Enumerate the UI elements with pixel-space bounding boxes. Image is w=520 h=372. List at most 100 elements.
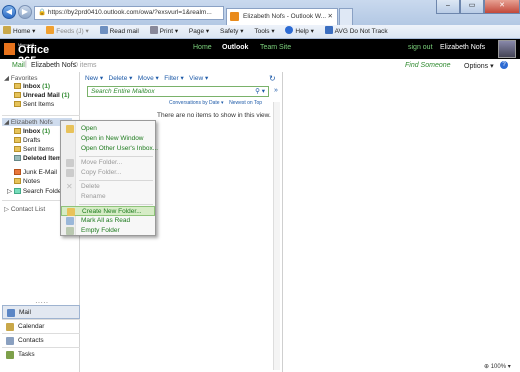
signout-link[interactable]: sign out (408, 44, 433, 51)
search-icon[interactable]: ⚲ ▾ (255, 87, 265, 96)
minimize-button[interactable]: – (436, 0, 460, 14)
refresh-icon[interactable]: ↻ (269, 74, 276, 83)
back-button[interactable]: ◀ (2, 5, 16, 19)
mark-read-icon (66, 217, 74, 225)
folder-icon (14, 128, 21, 134)
search-input[interactable]: Search Entire Mailbox ⚲ ▾ (87, 86, 269, 97)
nav-team-site[interactable]: Team Site (260, 44, 291, 51)
filter-button[interactable]: Filter ▾ (164, 75, 184, 82)
folder-junk[interactable]: Junk E-Mail (14, 169, 57, 176)
close-window-button[interactable]: ✕ (484, 0, 520, 14)
cmd-tools[interactable]: Tools ▾ (254, 25, 274, 39)
new-button[interactable]: New ▾ (85, 75, 103, 82)
maximize-button[interactable]: ▭ (460, 0, 484, 14)
expand-search-icon[interactable]: » (274, 87, 278, 94)
folder-drafts[interactable]: Drafts (14, 137, 40, 144)
options-menu[interactable]: Options ▾ (464, 62, 494, 70)
help-icon (285, 26, 294, 34)
avatar[interactable] (498, 40, 516, 58)
status-bar: ⊕ 100% ▾ (0, 362, 520, 372)
window-controls: – ▭ ✕ (436, 0, 520, 14)
sort-order-button[interactable]: Newest on Top (229, 100, 262, 106)
folder-notes[interactable]: Notes (14, 178, 40, 185)
favorites-header[interactable]: ◢ Favorites (4, 74, 38, 82)
bottom-nav-calendar[interactable]: Calendar (2, 319, 80, 333)
folder-icon (14, 83, 21, 89)
menu-item-open[interactable]: Open (61, 124, 155, 134)
favorite-inbox[interactable]: Inbox (1) (14, 83, 50, 90)
list-scrollbar[interactable] (273, 102, 280, 370)
cmd-feeds[interactable]: Feeds (J) ▾ (46, 25, 89, 39)
menu-item-move-folder[interactable]: Move Folder... (61, 158, 155, 168)
menu-item-delete[interactable]: ✕ Delete (61, 182, 155, 192)
empty-list-message: There are no items to show in this view. (157, 112, 271, 119)
menu-item-empty-folder[interactable]: Empty Folder (61, 226, 155, 236)
menu-item-rename[interactable]: Rename (61, 192, 155, 202)
lock-icon: 🔒 (38, 9, 47, 16)
sort-controls: Conversations by Date ▾ Newest on Top (169, 100, 262, 106)
menu-item-mark-all-read[interactable]: Mark All as Read (61, 216, 155, 226)
home-icon (3, 26, 11, 34)
delete-icon: ✕ (66, 182, 73, 191)
folder-context-menu: Open Open in New Window Open Other User'… (60, 120, 158, 236)
favorite-unread[interactable]: Unread Mail (1) (14, 92, 70, 99)
move-button[interactable]: Move ▾ (138, 75, 159, 82)
mail-icon (7, 309, 15, 317)
nav-home[interactable]: Home (193, 44, 212, 51)
menu-separator (79, 180, 153, 181)
favorite-sent[interactable]: Sent Items (14, 101, 54, 108)
cmd-read-mail[interactable]: Read mail (99, 25, 139, 39)
empty-folder-icon (66, 227, 74, 235)
o365-header: Microsoft Office 365 Home Outlook Team S… (0, 39, 520, 67)
bottom-nav-contacts[interactable]: Contacts (2, 333, 80, 347)
close-tab-icon[interactable]: ✕ (328, 9, 333, 24)
printer-icon (149, 26, 158, 34)
menu-item-create-new-folder[interactable]: Create New Folder... (61, 206, 155, 216)
list-toolbar: New ▾ Delete ▾ Move ▾ Filter ▾ View ▾ (85, 74, 208, 82)
menu-separator (79, 156, 153, 157)
folder-search[interactable]: ▷ Search Folders (7, 187, 67, 195)
office365-logo[interactable]: Microsoft Office 365 (4, 42, 70, 67)
mail-icon (99, 26, 108, 34)
delete-button[interactable]: Delete ▾ (109, 75, 133, 82)
search-folder-icon (13, 188, 21, 194)
cmd-help[interactable]: Help ▾ (285, 25, 314, 39)
zoom-control[interactable]: ⊕ 100% ▾ (484, 363, 511, 370)
folder-icon (14, 137, 21, 143)
cmd-avg[interactable]: AVG Do Not Track (324, 25, 388, 39)
help-button[interactable]: ? (500, 61, 508, 69)
browser-titlebar: ◀ ▶ 🔒 https://by2prd0410.outlook.com/owa… (0, 0, 520, 25)
sort-by-button[interactable]: Conversations by Date ▾ (169, 100, 224, 106)
menu-separator (79, 204, 153, 205)
new-folder-icon (67, 208, 75, 216)
feeds-icon (46, 26, 55, 34)
cmd-safety[interactable]: Safety ▾ (220, 25, 244, 39)
item-count: 0 items (74, 62, 97, 69)
menu-item-copy-folder[interactable]: Copy Folder... (61, 168, 155, 178)
user-name[interactable]: Elizabeth Nofs (440, 44, 485, 51)
bottom-nav-mail[interactable]: Mail (2, 305, 80, 319)
office-logo-icon (4, 43, 15, 55)
find-someone-link[interactable]: Find Someone (405, 62, 451, 69)
bottom-nav-tasks[interactable]: Tasks (2, 347, 80, 361)
mail-breadcrumb-separator: | (25, 61, 27, 68)
nav-outlook[interactable]: Outlook (222, 44, 248, 51)
tab-outlook[interactable]: Elizabeth Nofs - Outlook W... ✕ (226, 8, 338, 25)
view-button[interactable]: View ▾ (189, 75, 208, 82)
mail-breadcrumb[interactable]: Mail (12, 62, 25, 69)
copy-icon (66, 169, 74, 177)
address-text: https://by2prd0410.outlook.com/owa/?exsv… (47, 9, 212, 16)
cmd-page[interactable]: Page ▾ (189, 25, 209, 39)
menu-item-open-new-window[interactable]: Open in New Window (61, 134, 155, 144)
address-bar[interactable]: 🔒 https://by2prd0410.outlook.com/owa/?ex… (34, 6, 224, 20)
mail-subheader: Mail | Elizabeth Nofs 0 items Find Someo… (0, 59, 520, 72)
new-tab-button[interactable] (339, 8, 353, 25)
folder-inbox[interactable]: Inbox (1) (14, 128, 50, 135)
trash-icon (14, 155, 21, 161)
contact-list-node[interactable]: ▷ Contact List (4, 205, 45, 213)
folder-sent[interactable]: Sent Items (14, 146, 54, 153)
menu-item-open-other-inbox[interactable]: Open Other User's Inbox... (61, 144, 158, 154)
forward-button[interactable]: ▶ (18, 5, 32, 19)
cmd-print[interactable]: Print ▾ (149, 25, 178, 39)
cmd-home[interactable]: Home ▾ (3, 25, 35, 39)
